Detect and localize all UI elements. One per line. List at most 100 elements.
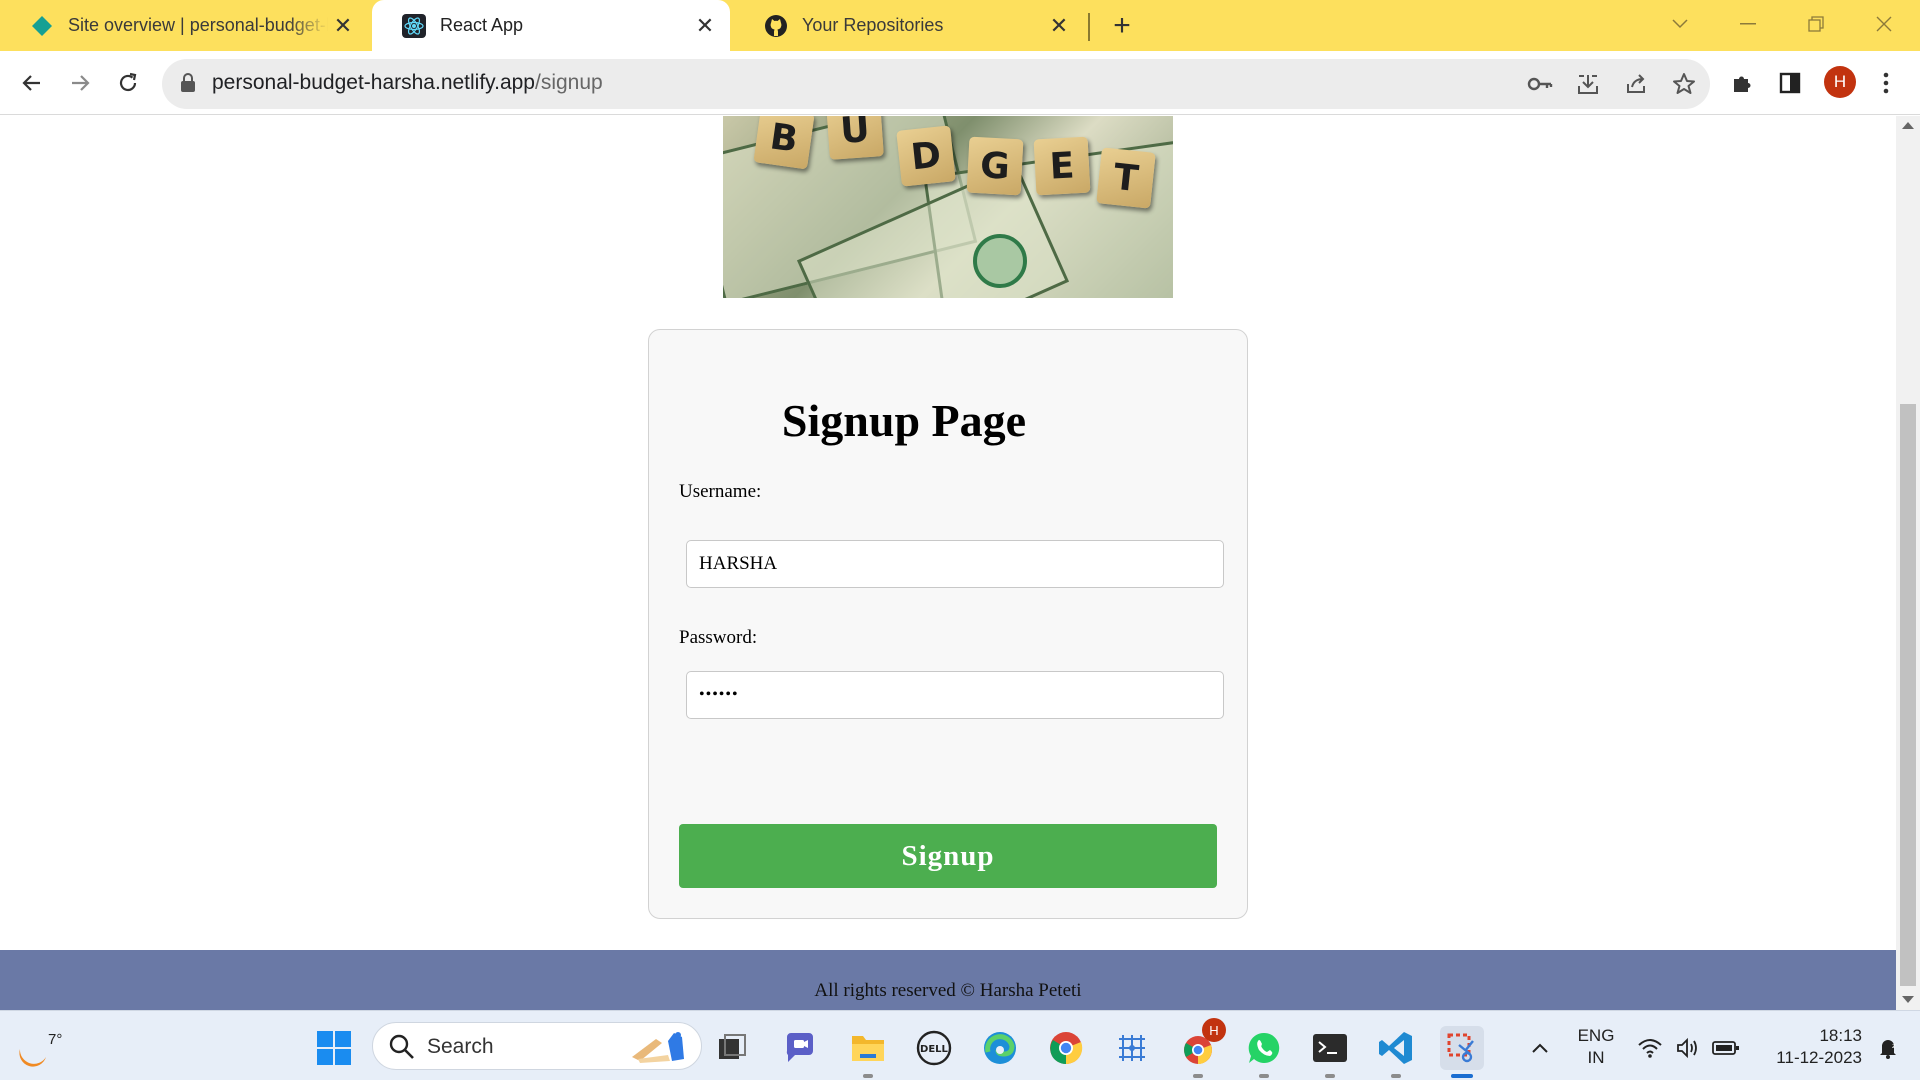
dell-icon[interactable]: DELL	[912, 1026, 956, 1070]
forward-arrow-icon[interactable]	[60, 63, 100, 103]
wifi-icon[interactable]	[1630, 1026, 1670, 1070]
letter-tile: G	[966, 136, 1024, 196]
close-window-icon[interactable]	[1864, 6, 1904, 42]
tab-title: Your Repositories	[802, 15, 944, 35]
windows-taskbar: 7° Search DELL H ENG IN 18:13 11-12-2023…	[0, 1010, 1920, 1080]
signup-button[interactable]: Signup	[679, 824, 1217, 888]
volume-icon[interactable]	[1668, 1026, 1708, 1070]
profile-avatar[interactable]: H	[1824, 66, 1856, 98]
file-explorer-icon[interactable]	[846, 1026, 890, 1078]
svg-text:DELL: DELL	[920, 1044, 949, 1055]
system-clock[interactable]: 18:13 11-12-2023	[1752, 1025, 1862, 1069]
browser-toolbar: personal-budget-harsha.netlify.app/signu…	[0, 51, 1920, 115]
start-windows-icon[interactable]	[312, 1026, 356, 1070]
bookmark-star-icon[interactable]	[1668, 68, 1700, 100]
search-highlight-icon	[628, 1029, 692, 1070]
username-input[interactable]: HARSHA	[686, 540, 1224, 588]
snipping-grid-icon[interactable]	[1110, 1026, 1154, 1070]
scroll-up-arrow-icon[interactable]	[1902, 122, 1914, 129]
tab-react-app[interactable]: React App ✕	[372, 0, 730, 51]
search-icon	[389, 1034, 415, 1065]
menu-kebab-icon[interactable]	[1866, 63, 1906, 103]
clock-date: 11-12-2023	[1776, 1048, 1862, 1067]
letter-tile: E	[1033, 136, 1091, 196]
running-indicator	[1391, 1074, 1401, 1078]
install-app-icon[interactable]	[1572, 68, 1604, 100]
weather-temperature: 7°	[48, 1031, 63, 1048]
close-icon[interactable]: ✕	[328, 11, 358, 41]
reload-icon[interactable]	[108, 63, 148, 103]
url-text[interactable]: personal-budget-harsha.netlify.app/signu…	[212, 71, 603, 95]
back-arrow-icon[interactable]	[12, 63, 52, 103]
password-input[interactable]: ••••••	[686, 671, 1224, 719]
new-tab-button[interactable]: +	[1104, 8, 1140, 44]
edge-browser-icon[interactable]	[978, 1026, 1022, 1070]
extensions-puzzle-icon[interactable]	[1722, 63, 1762, 103]
username-label: Username:	[679, 481, 762, 502]
address-bar[interactable]: personal-budget-harsha.netlify.app/signu…	[162, 59, 1710, 109]
close-icon[interactable]: ✕	[690, 11, 720, 41]
page-viewport: B U D G E T Signup Page Username: HARSHA…	[0, 116, 1896, 1010]
budget-banner-image: B U D G E T	[723, 116, 1173, 298]
tab-your-repositories[interactable]: Your Repositories ✕	[734, 0, 1084, 51]
profile-badge: H	[1202, 1018, 1226, 1042]
weather-moon-icon	[19, 1049, 46, 1067]
password-label: Password:	[679, 627, 758, 648]
letter-tile: B	[753, 116, 815, 170]
region-code: IN	[1587, 1048, 1605, 1067]
tab-title: Site overview | personal-budget-harsha	[68, 15, 328, 35]
notification-bell-icon[interactable]: z	[1868, 1026, 1908, 1070]
language-indicator[interactable]: ENG IN	[1572, 1025, 1620, 1069]
restore-icon[interactable]	[1796, 6, 1836, 42]
task-view-icon[interactable]	[710, 1026, 754, 1070]
treasury-seal-graphic	[973, 234, 1027, 288]
close-icon[interactable]: ✕	[1044, 11, 1074, 41]
whatsapp-icon[interactable]	[1242, 1026, 1286, 1078]
footer: All rights reserved © Harsha Peteti	[0, 950, 1896, 1010]
chrome-profile-icon[interactable]: H	[1176, 1018, 1226, 1078]
terminal-icon[interactable]	[1308, 1026, 1352, 1078]
github-icon	[764, 14, 788, 38]
url-host: personal-budget-harsha.netlify.app	[212, 71, 535, 94]
svg-text:z: z	[1892, 1042, 1896, 1050]
taskbar-search-box[interactable]: Search	[372, 1022, 702, 1070]
show-hidden-icons-chevron-icon[interactable]	[1518, 1026, 1562, 1070]
running-indicator	[1325, 1074, 1335, 1078]
page-scrollbar[interactable]	[1896, 116, 1920, 1010]
page-title: Signup Page	[781, 395, 1027, 446]
active-indicator	[1451, 1074, 1473, 1078]
tab-strip: Site overview | personal-budget-harsha ✕…	[0, 0, 1920, 51]
snipping-tool-icon[interactable]	[1440, 1026, 1484, 1078]
vscode-icon[interactable]	[1374, 1026, 1418, 1078]
running-indicator	[863, 1074, 873, 1078]
clock-time: 18:13	[1819, 1026, 1862, 1045]
side-panel-icon[interactable]	[1770, 63, 1810, 103]
netlify-diamond-icon	[30, 14, 54, 38]
letter-tile: U	[826, 116, 884, 160]
react-icon	[402, 13, 426, 38]
share-icon[interactable]	[1620, 68, 1652, 100]
url-path: /signup	[535, 71, 603, 94]
key-icon[interactable]	[1524, 68, 1556, 100]
tab-title: React App	[440, 15, 524, 35]
tab-divider	[1088, 13, 1090, 41]
battery-icon[interactable]	[1706, 1026, 1746, 1070]
minimize-icon[interactable]	[1728, 6, 1768, 42]
tab-search-chevron-icon[interactable]	[1660, 6, 1700, 42]
toolbar-divider	[0, 114, 1920, 115]
search-placeholder: Search	[427, 1035, 494, 1058]
running-indicator	[1193, 1074, 1203, 1078]
chrome-icon[interactable]	[1044, 1026, 1088, 1070]
signup-card: Signup Page Username: HARSHA Password: •…	[648, 329, 1248, 919]
lock-icon[interactable]	[180, 73, 196, 98]
scroll-thumb[interactable]	[1900, 404, 1916, 986]
scroll-down-arrow-icon[interactable]	[1902, 996, 1914, 1003]
letter-tile: T	[1096, 147, 1156, 209]
language-code: ENG	[1577, 1026, 1615, 1045]
weather-widget[interactable]: 7°	[12, 1021, 64, 1073]
teams-chat-icon[interactable]	[778, 1026, 822, 1070]
footer-copyright: All rights reserved © Harsha Peteti	[814, 980, 1082, 1001]
running-indicator	[1259, 1074, 1269, 1078]
tab-site-overview[interactable]: Site overview | personal-budget-harsha ✕	[0, 0, 368, 51]
letter-tile: D	[896, 125, 956, 187]
